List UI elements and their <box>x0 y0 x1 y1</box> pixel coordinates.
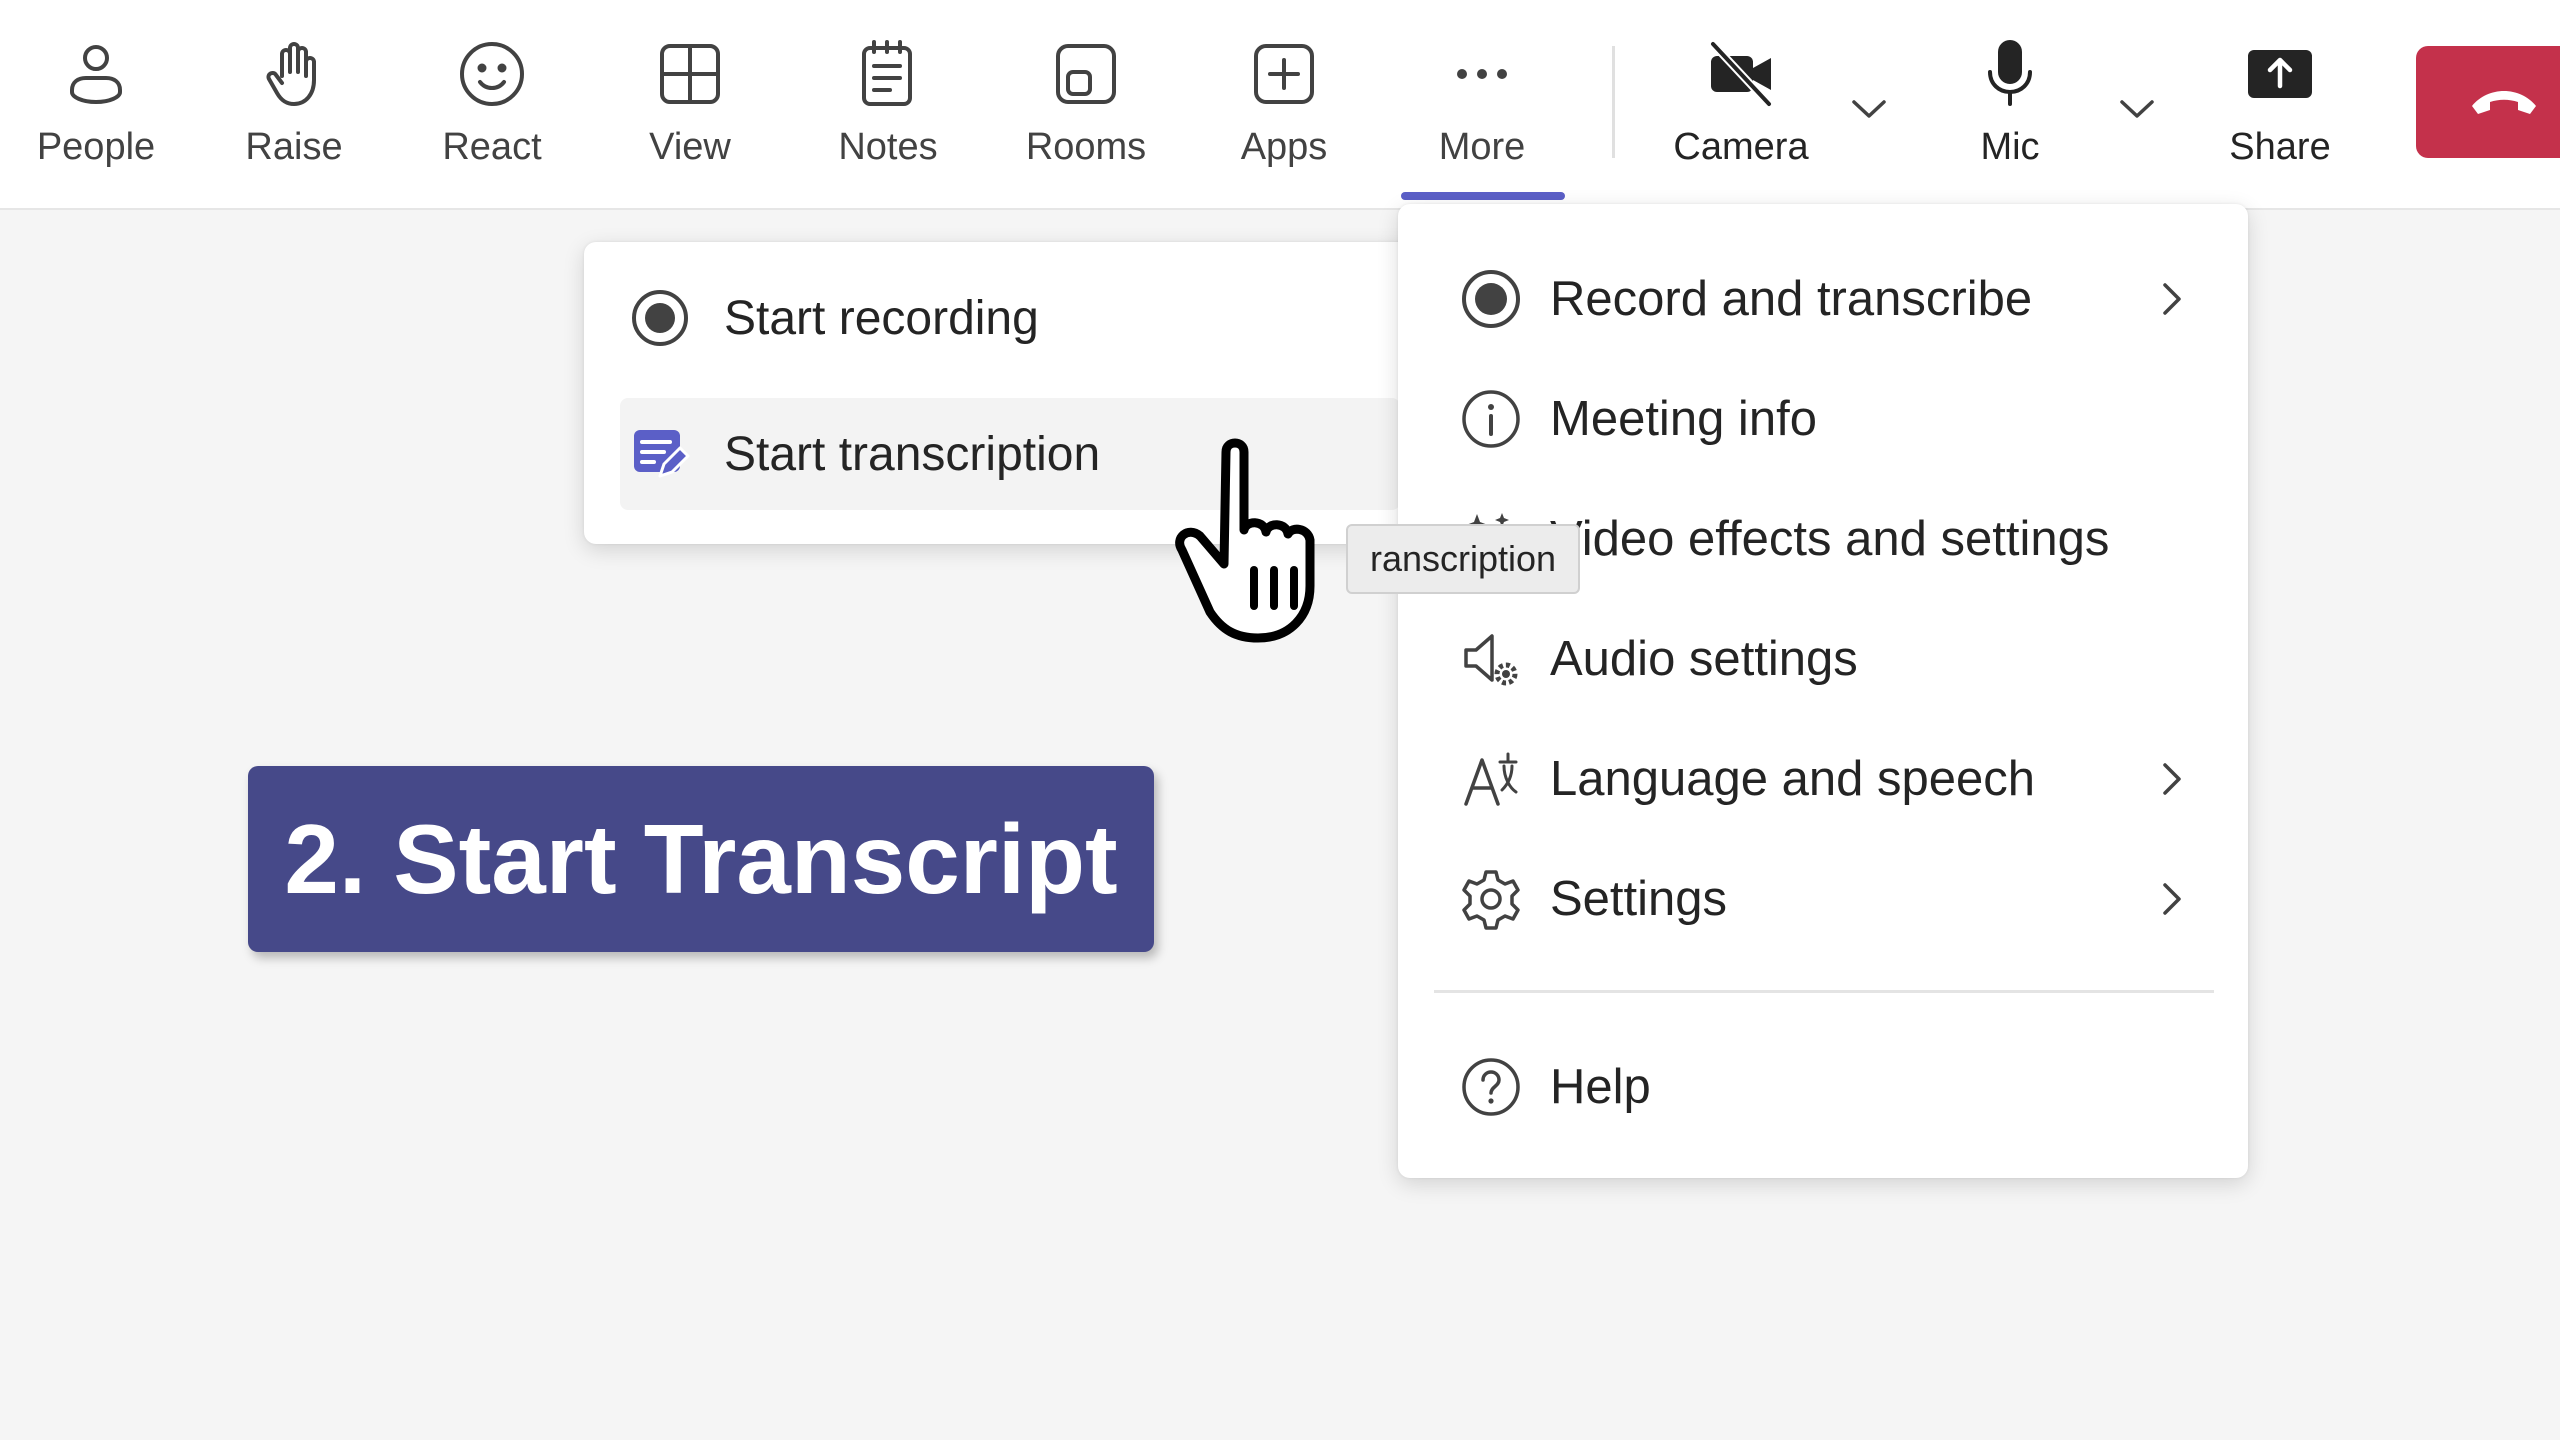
video-effects-label: Video effects and settings <box>1550 512 2110 566</box>
apps-label: Apps <box>1240 126 1328 168</box>
menu-item-audio-settings[interactable]: Audio settings <box>1398 604 2248 714</box>
meeting-toolbar: People Raise React View Notes Rooms Apps… <box>0 0 2560 210</box>
step-instruction-banner: 2. Start Transcript <box>248 766 1154 952</box>
mic-label: Mic <box>1980 126 2040 168</box>
info-icon <box>1462 390 1520 448</box>
view-button[interactable]: View <box>614 0 766 208</box>
record-icon <box>1462 270 1520 328</box>
mic-options-chevron-icon[interactable] <box>2114 86 2160 132</box>
notes-label: Notes <box>838 126 938 168</box>
people-button[interactable]: People <box>20 0 172 208</box>
toolbar-divider <box>1612 46 1615 158</box>
rooms-label: Rooms <box>1025 126 1147 168</box>
share-icon <box>2242 36 2318 112</box>
start-recording-label: Start recording <box>724 291 1039 345</box>
raise-label: Raise <box>245 126 343 168</box>
notes-button[interactable]: Notes <box>812 0 964 208</box>
hang-up-icon <box>2472 91 2536 114</box>
pointer-hand-icon <box>1175 438 1315 643</box>
menu-item-record-and-transcribe[interactable]: Record and transcribe <box>1398 244 2248 354</box>
record-and-transcribe-label: Record and transcribe <box>1550 272 2033 326</box>
transcription-icon <box>634 430 690 478</box>
menu-item-settings[interactable]: Settings <box>1398 844 2248 954</box>
chevron-right-icon <box>2163 763 2181 795</box>
speaker-settings-icon <box>1464 634 1518 686</box>
gear-icon <box>1462 870 1520 930</box>
hand-icon <box>256 36 332 112</box>
react-button[interactable]: React <box>416 0 568 208</box>
rooms-icon <box>1048 36 1124 112</box>
chevron-right-icon <box>2163 883 2181 915</box>
menu-divider <box>1434 990 2214 993</box>
more-label: More <box>1438 126 1526 168</box>
settings-label: Settings <box>1550 872 1728 926</box>
grid-icon <box>652 36 728 112</box>
more-menu: Record and transcribe Meeting info Video… <box>1398 204 2248 1178</box>
plus-square-icon <box>1246 36 1322 112</box>
help-label: Help <box>1550 1060 1651 1114</box>
menu-item-language-and-speech[interactable]: Language and speech <box>1398 724 2248 834</box>
more-active-indicator <box>1401 192 1565 200</box>
view-label: View <box>649 126 731 168</box>
raise-hand-button[interactable]: Raise <box>218 0 370 208</box>
start-recording-item[interactable]: Start recording <box>620 262 1400 374</box>
more-button[interactable]: More <box>1406 0 1558 208</box>
rooms-button[interactable]: Rooms <box>1010 0 1162 208</box>
share-label: Share <box>2229 126 2331 168</box>
smiley-icon <box>454 36 530 112</box>
ellipsis-icon <box>1444 36 1520 112</box>
mic-button[interactable]: Mic <box>1936 0 2084 208</box>
start-transcription-label: Start transcription <box>724 427 1101 481</box>
language-and-speech-label: Language and speech <box>1550 752 2035 806</box>
leave-button[interactable] <box>2416 46 2560 158</box>
chevron-right-icon <box>2163 283 2181 315</box>
audio-settings-label: Audio settings <box>1550 632 1858 686</box>
menu-item-help[interactable]: Help <box>1398 1032 2248 1142</box>
camera-options-chevron-icon[interactable] <box>1846 86 1892 132</box>
record-icon <box>632 290 688 346</box>
microphone-icon <box>1972 36 2048 112</box>
camera-off-icon <box>1703 36 1779 112</box>
apps-button[interactable]: Apps <box>1208 0 1360 208</box>
camera-button[interactable]: Camera <box>1660 0 1822 208</box>
notepad-icon <box>850 36 926 112</box>
help-icon <box>1462 1058 1520 1116</box>
menu-item-meeting-info[interactable]: Meeting info <box>1398 364 2248 474</box>
transcription-tooltip: ranscription <box>1346 524 1581 594</box>
language-icon <box>1464 752 1518 806</box>
meeting-info-label: Meeting info <box>1550 392 1817 446</box>
people-label: People <box>36 126 156 168</box>
person-icon <box>58 36 134 112</box>
react-label: React <box>442 126 542 168</box>
share-button[interactable]: Share <box>2204 0 2356 208</box>
camera-label: Camera <box>1673 126 1809 168</box>
